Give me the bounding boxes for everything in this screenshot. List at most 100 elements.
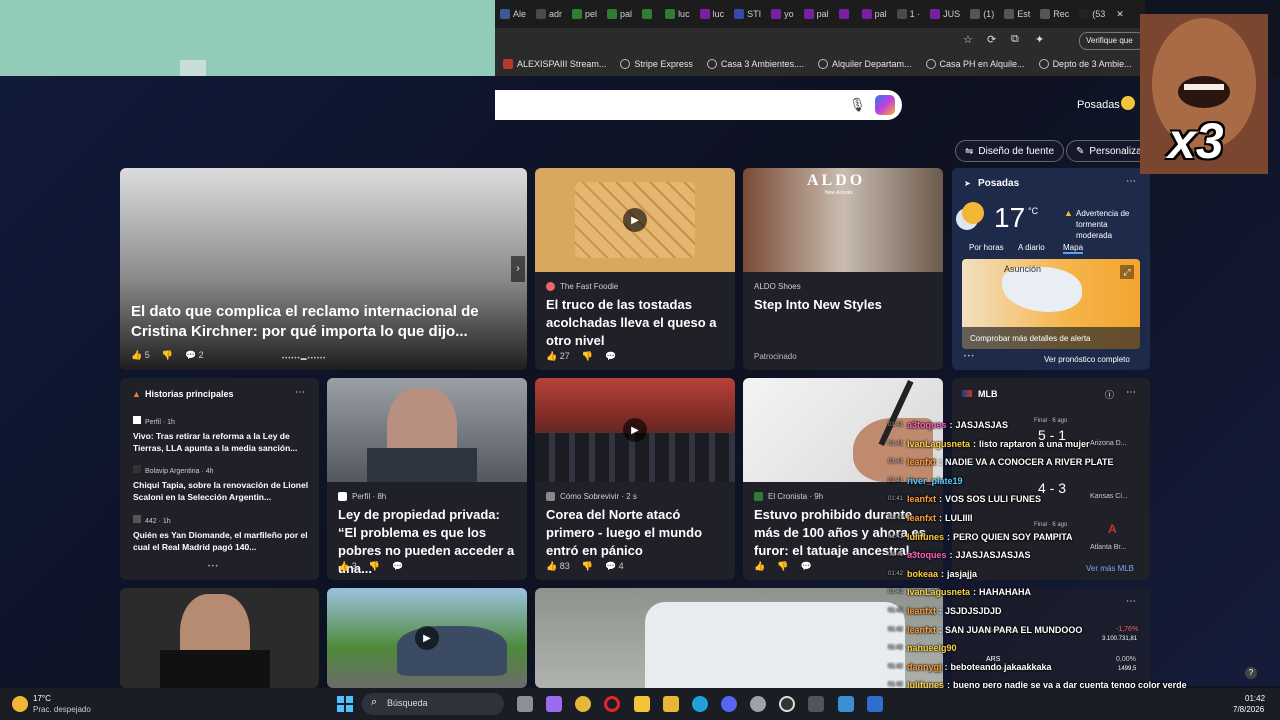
chat-username[interactable]: IvanLagusneta: [907, 439, 970, 449]
verify-button[interactable]: Verifique que e: [1079, 32, 1145, 61]
obs-icon[interactable]: [779, 696, 795, 712]
like-button[interactable]: 👍 83: [546, 561, 570, 572]
dislike-button[interactable]: 👎: [582, 561, 593, 572]
browser-tab[interactable]: pal: [857, 0, 892, 28]
weather-card[interactable]: ➤ Posadas ⋯ 17 °C ▲ Advertencia de torme…: [952, 168, 1150, 370]
news-card-bottom-2[interactable]: ▶: [327, 588, 527, 688]
alert-details-link[interactable]: Comprobar más detalles de alerta: [970, 334, 1091, 343]
browser-tab[interactable]: Ale: [495, 0, 531, 28]
extensions-icon[interactable]: ⧉: [1011, 33, 1019, 46]
help-icon[interactable]: ?: [1245, 667, 1257, 679]
file-explorer-icon[interactable]: [634, 696, 650, 712]
news-card-tostadas[interactable]: ▶ The Fast Foodie El truco de las tostad…: [535, 168, 735, 370]
carousel-dots[interactable]: ••••••▬••••••: [282, 356, 326, 362]
dislike-button[interactable]: 👎: [162, 350, 173, 361]
story-item[interactable]: 442 · 1h Quién es Yan Diomande, el marfi…: [133, 515, 311, 553]
microphone-icon[interactable]: 🎙: [849, 97, 866, 113]
browser-tab[interactable]: yo: [766, 0, 799, 28]
ad-card-aldo[interactable]: ALDO New Arrivals ALDO Shoes Step Into N…: [743, 168, 943, 370]
bookmark-item[interactable]: Casa 3 Ambientes....: [706, 59, 804, 69]
clock-date[interactable]: 7/8/2026: [1233, 705, 1264, 714]
favorite-star-icon[interactable]: ☆: [963, 33, 973, 46]
comment-button[interactable]: 💬: [605, 351, 616, 362]
chat-username[interactable]: a3toques: [907, 420, 947, 430]
like-button[interactable]: 👍 5: [131, 350, 150, 361]
discord-icon[interactable]: [721, 696, 737, 712]
browser-tab[interactable]: STI: [729, 0, 766, 28]
browser-tab[interactable]: (53: [1074, 0, 1110, 28]
browser-tab[interactable]: pal: [799, 0, 834, 28]
taskbar-search[interactable]: ⌕ Búsqueda: [362, 693, 504, 715]
more-options-icon[interactable]: ⋯: [295, 387, 305, 398]
bookmark-item[interactable]: Alquiler Departam...: [817, 59, 912, 69]
play-icon[interactable]: ▶: [623, 208, 647, 232]
browser-tab[interactable]: pal: [602, 0, 637, 28]
defender-icon[interactable]: [867, 696, 883, 712]
calculator-icon[interactable]: [808, 696, 824, 712]
pagination-dots[interactable]: • • •: [208, 564, 218, 570]
comment-button[interactable]: 💬 4: [605, 561, 624, 572]
weather-tab-daily[interactable]: A diario: [1018, 243, 1045, 252]
weather-taskbar-icon[interactable]: [12, 696, 28, 712]
browser-tab[interactable]: adr: [531, 0, 567, 28]
dislike-button[interactable]: 👎: [369, 561, 380, 572]
more-options-icon[interactable]: ⋯: [1126, 176, 1136, 187]
news-card-ley[interactable]: Perfil · 8h Ley de propiedad privada: “E…: [327, 378, 527, 580]
chat-username[interactable]: bokeaa: [907, 569, 938, 579]
news-card-bottom-1[interactable]: [120, 588, 319, 688]
start-icon[interactable]: [337, 696, 353, 712]
story-item[interactable]: Bolavip Argentina · 4h Chiqui Tapia, sob…: [133, 465, 311, 503]
expand-icon[interactable]: ⤢: [1120, 265, 1134, 279]
font-design-button[interactable]: ⇋ Diseño de fuente: [955, 140, 1065, 162]
full-forecast-link[interactable]: Ver pronóstico completo: [1044, 355, 1130, 364]
like-button[interactable]: 👍 3: [338, 561, 357, 572]
taskbar-weather-desc[interactable]: Prac. despejado: [33, 705, 91, 714]
refresh-icon[interactable]: ⟳: [987, 33, 996, 46]
browser-tab[interactable]: (1): [965, 0, 999, 28]
news-card-corea[interactable]: ▶ Cómo Sobrevivir · 2 s Corea del Norte …: [535, 378, 735, 580]
browser-tab[interactable]: JUS: [925, 0, 965, 28]
browser-tab[interactable]: Rec: [1035, 0, 1074, 28]
story-item[interactable]: Perfil · 1h Vivo: Tras retirar la reform…: [133, 416, 311, 454]
close-tab-icon[interactable]: ✕: [1110, 9, 1130, 20]
chat-username[interactable]: dannygj: [907, 662, 942, 672]
play-icon[interactable]: ▶: [415, 626, 439, 650]
like-button[interactable]: 👍: [754, 561, 765, 572]
browser-tab[interactable]: Est: [999, 0, 1035, 28]
chat-username[interactable]: leanfxt: [907, 625, 936, 635]
chat-username[interactable]: leanfxt: [907, 513, 936, 523]
clock-time[interactable]: 01:42: [1245, 694, 1265, 703]
weather-tab-hourly[interactable]: Por horas: [969, 243, 1004, 252]
weather-alert[interactable]: Advertencia de tormenta moderada: [1076, 208, 1136, 241]
chat-username[interactable]: nahueelg90: [907, 643, 957, 653]
edge-icon[interactable]: [692, 696, 708, 712]
chat-username[interactable]: IvanLagusneta: [907, 587, 970, 597]
card-title[interactable]: El truco de las tostadas acolchadas llev…: [546, 296, 727, 350]
hero-title[interactable]: El dato que complica el reclamo internac…: [131, 302, 519, 342]
info-icon[interactable]: ⓘ: [1105, 388, 1114, 401]
bookmark-item[interactable]: ALEXISPAIII Stream...: [503, 59, 606, 69]
browser-tab[interactable]: luc: [695, 0, 730, 28]
browser-tab[interactable]: 1 ·: [892, 0, 926, 28]
weather-location[interactable]: Posadas: [978, 178, 1019, 189]
chat-username[interactable]: leanfxt: [907, 457, 936, 467]
bookmark-item[interactable]: Casa PH en Alquile...: [925, 59, 1025, 69]
browser-tab[interactable]: luc: [660, 0, 695, 28]
comment-button[interactable]: 💬: [392, 561, 403, 572]
bookmark-item[interactable]: Depto de 3 Ambie...: [1038, 59, 1132, 69]
copilot-app-icon[interactable]: [546, 696, 562, 712]
comment-button[interactable]: 💬: [800, 561, 811, 572]
taskbar-temp[interactable]: 17°C: [33, 694, 51, 703]
task-view-icon[interactable]: [517, 696, 533, 712]
like-button[interactable]: 👍 27: [546, 351, 570, 362]
search-box[interactable]: 🎙: [495, 90, 902, 120]
weather-map[interactable]: Asunción ⤢ Comprobar más detalles de ale…: [962, 259, 1140, 349]
bookmark-item[interactable]: Stripe Express: [620, 59, 693, 69]
news-card-bottom-3[interactable]: [535, 588, 943, 688]
card-title[interactable]: Corea del Norte atacó primero - luego el…: [546, 506, 727, 560]
copilot-icon[interactable]: [875, 95, 895, 115]
hero-card[interactable]: › El dato que complica el reclamo intern…: [120, 168, 527, 370]
browser-tab[interactable]: pel: [567, 0, 602, 28]
user-location-label[interactable]: Posadas: [1077, 99, 1120, 111]
card-title[interactable]: Step Into New Styles: [754, 296, 935, 314]
